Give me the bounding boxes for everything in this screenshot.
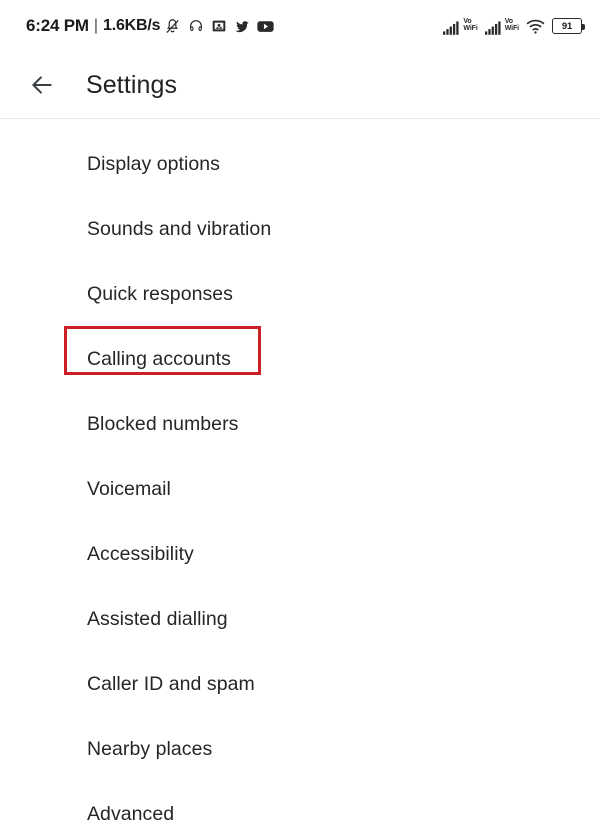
notifications-off-icon — [164, 18, 181, 35]
settings-item-voicemail[interactable]: Voicemail — [0, 457, 600, 522]
twitter-icon — [234, 18, 250, 34]
volte-label-sim1: Vo WiFi — [463, 18, 477, 32]
volte-label-sim2: Vo WiFi — [505, 18, 519, 32]
youtube-icon — [257, 20, 274, 33]
status-notification-icons — [164, 18, 274, 35]
app-bar: Settings — [0, 52, 600, 118]
status-bar-left: 6:24 PM | 1.6KB/s — [26, 16, 274, 36]
settings-item-assisted-dialling[interactable]: Assisted dialling — [0, 587, 600, 652]
list-item-label: Assisted dialling — [87, 610, 228, 630]
status-bar-right: Vo WiFi Vo WiFi — [443, 18, 582, 35]
settings-item-calling-accounts[interactable]: Calling accounts — [0, 327, 600, 392]
data-rate-label: 1.6KB/s — [103, 17, 160, 35]
status-bar: 6:24 PM | 1.6KB/s — [0, 0, 600, 52]
signal-sim1-icon: Vo WiFi — [443, 18, 477, 35]
list-item-label: Nearby places — [87, 740, 212, 760]
list-item-label: Accessibility — [87, 545, 194, 565]
volte-line2: WiFi — [463, 25, 477, 32]
volte-line2: WiFi — [505, 25, 519, 32]
settings-item-accessibility[interactable]: Accessibility — [0, 522, 600, 587]
settings-item-quick-responses[interactable]: Quick responses — [0, 262, 600, 327]
settings-item-display-options[interactable]: Display options — [0, 132, 600, 197]
list-item-label: Caller ID and spam — [87, 675, 255, 695]
back-arrow-icon[interactable] — [20, 63, 64, 107]
list-item-label: Sounds and vibration — [87, 220, 271, 240]
list-item-label: Quick responses — [87, 285, 233, 305]
list-item-label: Advanced — [87, 805, 174, 825]
settings-item-blocked-numbers[interactable]: Blocked numbers — [0, 392, 600, 457]
gallery-app-icon — [211, 18, 227, 34]
list-item-label: Calling accounts — [87, 350, 231, 370]
battery-level-label: 91 — [562, 21, 572, 32]
list-item-label: Display options — [87, 155, 220, 175]
list-item-label: Voicemail — [87, 480, 171, 500]
settings-item-nearby-places[interactable]: Nearby places — [0, 717, 600, 782]
wifi-icon — [526, 19, 545, 34]
signal-sim2-icon: Vo WiFi — [485, 18, 519, 35]
volte-line1: Vo — [463, 18, 471, 25]
settings-item-caller-id-and-spam[interactable]: Caller ID and spam — [0, 652, 600, 717]
headphones-icon — [188, 18, 204, 34]
volte-line1: Vo — [505, 18, 513, 25]
page-title: Settings — [86, 71, 177, 100]
list-item-label: Blocked numbers — [87, 415, 238, 435]
battery-indicator: 91 — [552, 18, 582, 34]
settings-item-advanced[interactable]: Advanced — [0, 782, 600, 831]
status-separator: | — [94, 17, 98, 35]
settings-item-sounds-and-vibration[interactable]: Sounds and vibration — [0, 197, 600, 262]
settings-list: Display options Sounds and vibration Qui… — [0, 119, 600, 831]
status-clock: 6:24 PM — [26, 16, 89, 36]
